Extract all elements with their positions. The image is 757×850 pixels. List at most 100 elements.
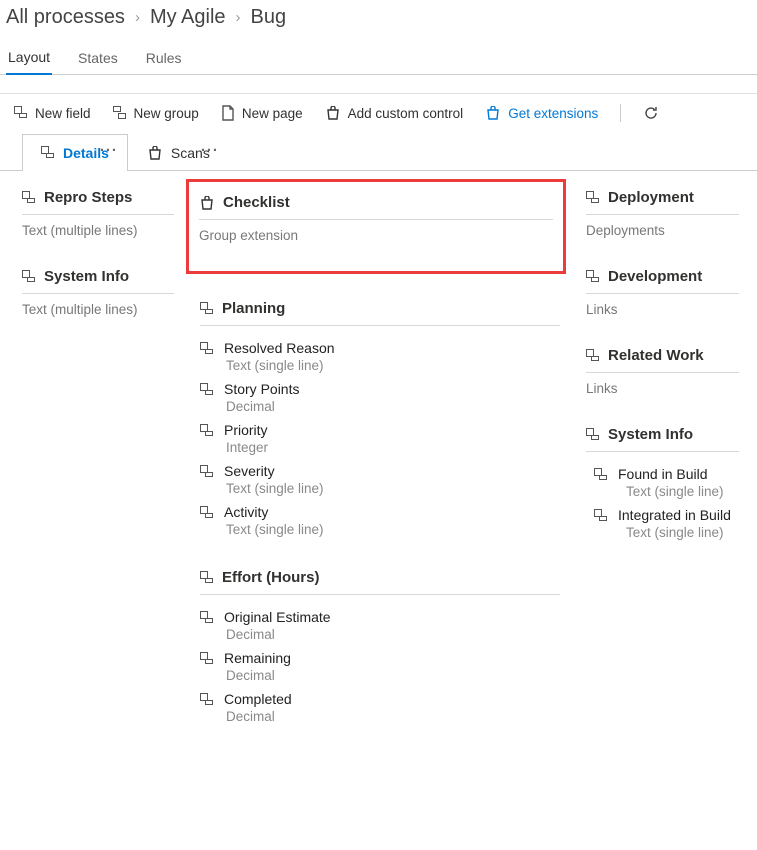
- field-type: Decimal: [224, 709, 292, 724]
- column-right: Deployment Deployments Development Links…: [586, 185, 739, 752]
- field-icon: [200, 693, 214, 707]
- tab-details-more[interactable]: ···: [96, 142, 122, 159]
- field-name: Original Estimate: [224, 609, 331, 625]
- breadcrumb: All processes › My Agile › Bug: [0, 0, 757, 33]
- field-icon: [200, 465, 214, 479]
- new-page-label: New page: [242, 106, 303, 121]
- group-repro-steps[interactable]: Repro Steps Text (multiple lines): [22, 185, 174, 238]
- field-row[interactable]: Found in BuildText (single line): [586, 460, 739, 501]
- refresh-button[interactable]: [643, 105, 659, 121]
- add-custom-control-label: Add custom control: [348, 106, 464, 121]
- group-icon: [200, 571, 214, 585]
- group-caption: Deployments: [586, 223, 739, 238]
- field-row[interactable]: RemainingDecimal: [200, 644, 560, 685]
- toolbar: New field New group New page Add custom …: [0, 94, 757, 132]
- column-middle: Checklist Group extension Planning Resol…: [200, 185, 560, 752]
- field-icon: [14, 106, 28, 120]
- group-planning[interactable]: Planning Resolved Reason Text (single lin…: [200, 296, 560, 539]
- field-name: Resolved Reason: [224, 340, 335, 356]
- field-row[interactable]: Priority Integer: [200, 416, 560, 457]
- group-title: Related Work: [608, 347, 704, 364]
- field-name: Integrated in Build: [618, 507, 731, 523]
- group-system-info-left[interactable]: System Info Text (multiple lines): [22, 264, 174, 317]
- group-title: Deployment: [608, 189, 694, 206]
- field-row[interactable]: Original Estimate Decimal: [200, 603, 560, 644]
- group-title: System Info: [44, 268, 129, 285]
- details-icon: [41, 146, 55, 160]
- field-type: Text (single line): [224, 358, 335, 373]
- column-left: Repro Steps Text (multiple lines) System…: [22, 185, 174, 752]
- group-checklist[interactable]: Checklist: [199, 190, 553, 220]
- shopping-bag-icon: [485, 106, 501, 120]
- group-subtitle: Group extension: [199, 228, 553, 243]
- new-group-button[interactable]: New group: [113, 106, 199, 121]
- field-icon: [200, 383, 214, 397]
- get-extensions-label: Get extensions: [508, 106, 598, 121]
- field-name: Priority: [224, 422, 268, 438]
- group-system-info-right[interactable]: System Info Found in BuildText (single l…: [586, 422, 739, 542]
- layout-columns: Repro Steps Text (multiple lines) System…: [0, 171, 757, 792]
- layout-tabs: Details ··· Scans ···: [0, 132, 757, 171]
- field-type: Decimal: [224, 668, 291, 683]
- group-icon: [586, 191, 600, 205]
- group-effort[interactable]: Effort (Hours) Original EstimateDecimalR…: [200, 565, 560, 726]
- field-row[interactable]: Resolved Reason Text (single line): [200, 334, 560, 375]
- get-extensions-button[interactable]: Get extensions: [485, 106, 598, 121]
- tab-scans-more[interactable]: ···: [197, 142, 223, 159]
- add-custom-control-button[interactable]: Add custom control: [325, 106, 464, 121]
- group-icon: [22, 270, 36, 284]
- shopping-bag-icon: [147, 146, 163, 160]
- group-icon: [113, 106, 127, 120]
- breadcrumb-all-processes[interactable]: All processes: [6, 6, 125, 29]
- group-title: Planning: [222, 300, 285, 317]
- tab-layout[interactable]: Layout: [6, 45, 52, 75]
- field-icon: [200, 424, 214, 438]
- field-row[interactable]: Severity Text (single line): [200, 457, 560, 498]
- field-type: Text (multiple lines): [22, 223, 174, 238]
- field-type: Text (single line): [224, 481, 324, 496]
- field-name: Completed: [224, 691, 292, 707]
- field-row[interactable]: Activity Text (single line): [200, 498, 560, 539]
- toolbar-divider: [620, 104, 621, 122]
- field-icon: [200, 611, 214, 625]
- group-title: Repro Steps: [44, 189, 132, 206]
- field-name: Story Points: [224, 381, 299, 397]
- field-type: Text (single line): [224, 522, 324, 537]
- new-page-button[interactable]: New page: [221, 105, 303, 121]
- field-row[interactable]: Integrated in BuildText (single line): [586, 501, 739, 542]
- group-title: System Info: [608, 426, 693, 443]
- group-icon: [586, 428, 600, 442]
- tab-rules[interactable]: Rules: [144, 46, 184, 74]
- group-icon: [586, 349, 600, 363]
- tab-states[interactable]: States: [76, 46, 120, 74]
- field-icon: [594, 468, 608, 482]
- new-field-label: New field: [35, 106, 91, 121]
- field-type: Decimal: [224, 399, 299, 414]
- field-name: Activity: [224, 504, 324, 520]
- group-related-work[interactable]: Related Work Links: [586, 343, 739, 396]
- highlighted-checklist-group: Checklist Group extension: [186, 179, 566, 274]
- breadcrumb-my-agile[interactable]: My Agile: [150, 6, 226, 29]
- group-development[interactable]: Development Links: [586, 264, 739, 317]
- group-title: Effort (Hours): [222, 569, 320, 586]
- page-icon: [221, 105, 235, 121]
- new-field-button[interactable]: New field: [14, 106, 91, 121]
- breadcrumb-bug[interactable]: Bug: [251, 6, 287, 29]
- group-title: Development: [608, 268, 702, 285]
- group-deployment[interactable]: Deployment Deployments: [586, 185, 739, 238]
- field-type: Text (multiple lines): [22, 302, 174, 317]
- chevron-right-icon: ›: [232, 9, 245, 26]
- chevron-right-icon: ›: [131, 9, 144, 26]
- field-row[interactable]: Completed Decimal: [200, 685, 560, 726]
- field-name: Severity: [224, 463, 324, 479]
- field-name: Found in Build: [618, 466, 724, 482]
- field-icon: [200, 506, 214, 520]
- page-tabs: Layout States Rules: [0, 33, 757, 75]
- field-row[interactable]: Story Points Decimal: [200, 375, 560, 416]
- group-caption: Links: [586, 381, 739, 396]
- new-group-label: New group: [134, 106, 199, 121]
- field-type: Integer: [224, 440, 268, 455]
- field-type: Decimal: [224, 627, 331, 642]
- field-icon: [200, 342, 214, 356]
- shopping-bag-icon: [325, 106, 341, 120]
